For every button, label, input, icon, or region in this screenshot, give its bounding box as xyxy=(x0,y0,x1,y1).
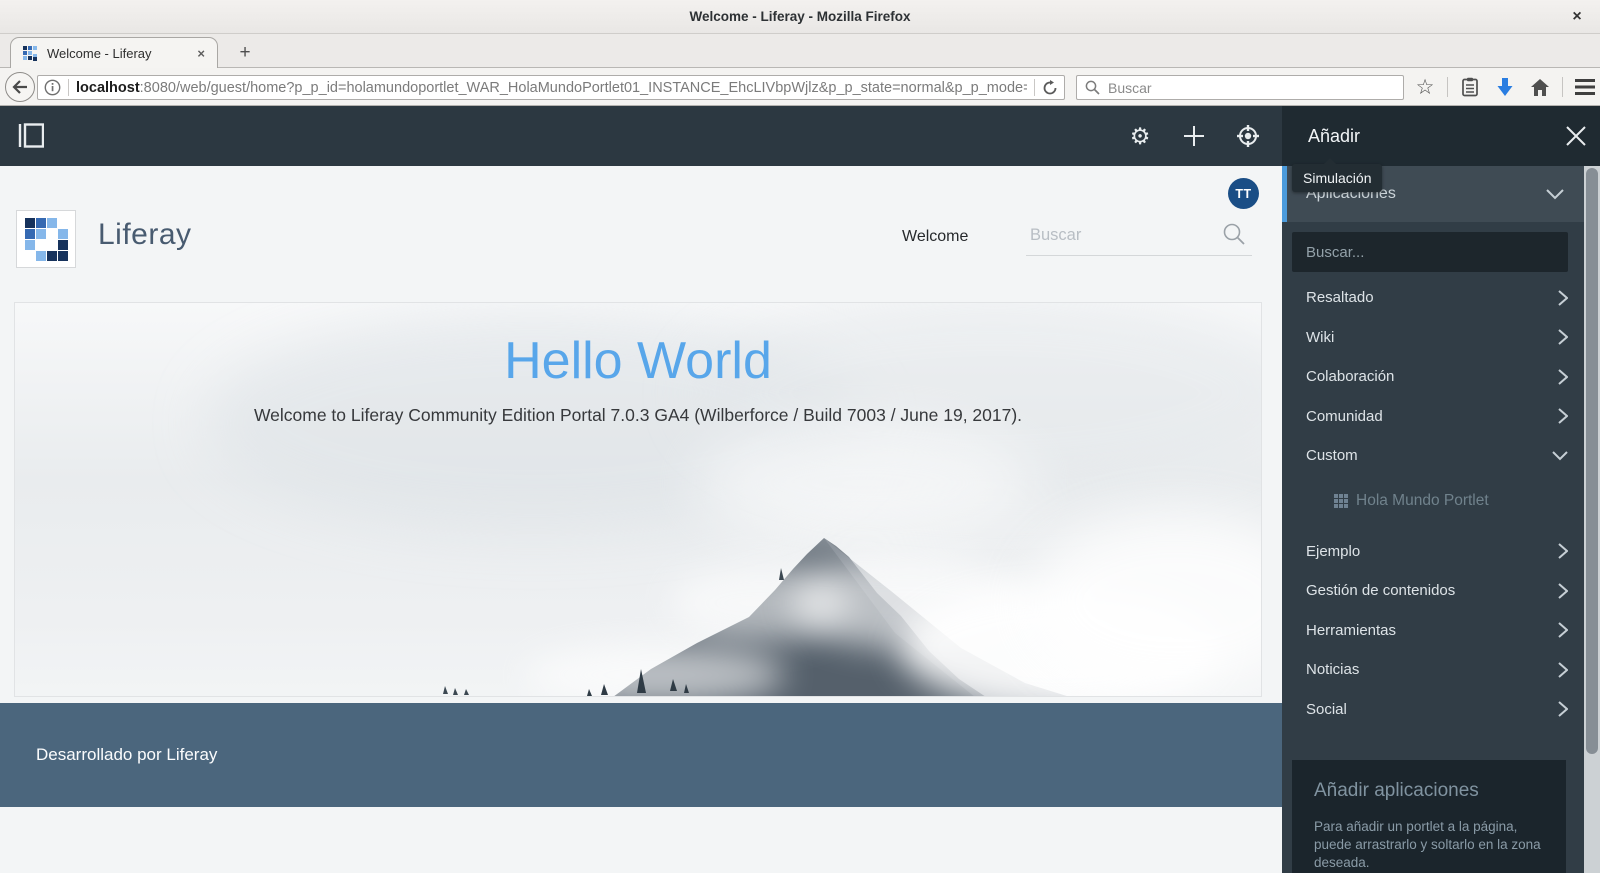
product-menu-icon[interactable] xyxy=(18,123,44,148)
hamburger-icon xyxy=(1575,79,1595,95)
chevron-right-icon xyxy=(1558,290,1568,306)
browser-search-field[interactable]: Buscar xyxy=(1076,75,1404,100)
back-arrow-icon xyxy=(12,80,28,94)
category-noticias[interactable]: Noticias xyxy=(1282,650,1584,690)
hero-portlet: Hello World Welcome to Liferay Community… xyxy=(14,302,1262,697)
simulation-tooltip-text: Simulación xyxy=(1303,170,1371,186)
bookmarks-menu-button[interactable] xyxy=(1457,74,1483,100)
add-applications-info-box: Añadir aplicaciones Para añadir un portl… xyxy=(1292,760,1566,873)
browser-toolbar: localhost:8080/web/guest/home?p_p_id=hol… xyxy=(0,68,1600,106)
reload-icon[interactable] xyxy=(1042,80,1058,96)
hero-title: Hello World xyxy=(15,331,1261,391)
settings-button[interactable]: ⚙ xyxy=(1124,120,1156,152)
chevron-right-icon xyxy=(1558,622,1568,638)
info-icon[interactable] xyxy=(44,79,61,96)
search-icon xyxy=(1085,80,1100,95)
category-comunidad[interactable]: Comunidad xyxy=(1282,397,1584,437)
window-close-icon[interactable]: × xyxy=(1566,6,1588,28)
url-host: localhost xyxy=(76,80,140,96)
url-path: :8080/web/guest/home?p_p_id=holamundopor… xyxy=(140,80,1027,96)
applications-list: Resaltado Wiki Colaboración Comunidad Cu… xyxy=(1282,278,1584,729)
category-custom[interactable]: Custom xyxy=(1282,436,1584,476)
add-panel-header: Añadir xyxy=(1282,106,1600,166)
urlbar-separator xyxy=(68,79,69,96)
hero-subtitle: Welcome to Liferay Community Edition Por… xyxy=(15,405,1261,426)
panel-close-button[interactable] xyxy=(1562,122,1590,150)
window-titlebar[interactable]: Welcome - Liferay - Mozilla Firefox × xyxy=(0,0,1600,34)
chevron-right-icon xyxy=(1558,701,1568,717)
panel-search-placeholder: Buscar... xyxy=(1306,244,1364,261)
chevron-right-icon xyxy=(1558,543,1568,559)
info-body: Para añadir un portlet a la página, pued… xyxy=(1314,818,1550,873)
add-panel-body: Aplicaciones Buscar... Resaltado Wiki Co… xyxy=(1282,166,1584,873)
toolbar-separator xyxy=(1447,77,1448,97)
info-title: Añadir aplicaciones xyxy=(1314,780,1544,802)
liferay-logo-mosaic xyxy=(25,218,68,261)
page-footer: Desarrollado por Liferay xyxy=(0,703,1282,807)
menu-button[interactable] xyxy=(1572,74,1598,100)
tab-title: Welcome - Liferay xyxy=(47,46,193,61)
gear-icon: ⚙ xyxy=(1130,125,1151,148)
download-arrow-icon xyxy=(1497,78,1513,97)
chevron-down-icon xyxy=(1552,451,1568,461)
portal-page: Liferay Welcome Buscar TT xyxy=(0,166,1282,873)
liferay-logo[interactable] xyxy=(16,210,76,268)
portal-search-icon[interactable] xyxy=(1222,222,1246,246)
chevron-right-icon xyxy=(1558,408,1568,424)
footer-text: Desarrollado por Liferay xyxy=(36,745,217,765)
bookmark-star-button[interactable]: ☆ xyxy=(1412,74,1438,100)
nav-item-welcome[interactable]: Welcome xyxy=(902,228,968,246)
simulation-target-icon xyxy=(1236,124,1260,148)
simulation-button[interactable] xyxy=(1232,120,1264,152)
category-resaltado[interactable]: Resaltado xyxy=(1282,278,1584,318)
back-button[interactable] xyxy=(5,72,35,102)
portlet-grid-icon xyxy=(1334,494,1348,508)
chevron-right-icon xyxy=(1558,583,1568,599)
active-section-accent xyxy=(1282,166,1287,222)
home-icon xyxy=(1530,78,1550,97)
toolbar-separator2 xyxy=(1562,77,1563,97)
tab-close-icon[interactable]: × xyxy=(193,44,209,63)
browser-tab[interactable]: Welcome - Liferay × xyxy=(10,37,218,68)
url-bar[interactable]: localhost:8080/web/guest/home?p_p_id=hol… xyxy=(37,75,1065,100)
urlbar-separator2 xyxy=(1034,79,1035,96)
url-text[interactable]: localhost:8080/web/guest/home?p_p_id=hol… xyxy=(76,80,1027,96)
chevron-right-icon xyxy=(1558,369,1568,385)
toolbar-buttons: ☆ xyxy=(1412,71,1598,103)
panel-scrollbar[interactable] xyxy=(1584,166,1600,873)
tab-bar: Welcome - Liferay × + xyxy=(0,34,1600,68)
category-gestion-de-contenidos[interactable]: Gestión de contenidos xyxy=(1282,571,1584,611)
category-colaboracion[interactable]: Colaboración xyxy=(1282,357,1584,397)
chevron-right-icon xyxy=(1558,662,1568,678)
control-bar-actions: ⚙ xyxy=(1124,106,1264,166)
star-icon: ☆ xyxy=(1416,77,1435,98)
portal-search-underline xyxy=(1026,255,1252,256)
home-button[interactable] xyxy=(1527,74,1553,100)
portal-search-placeholder: Buscar xyxy=(1030,226,1081,245)
user-avatar[interactable]: TT xyxy=(1228,178,1259,209)
category-social[interactable]: Social xyxy=(1282,690,1584,730)
plus-icon xyxy=(1183,125,1205,147)
add-button[interactable] xyxy=(1178,120,1210,152)
simulation-tooltip: Simulación xyxy=(1292,164,1382,192)
panel-scrollbar-thumb[interactable] xyxy=(1586,168,1598,754)
liferay-favicon xyxy=(23,46,38,61)
panel-search-field[interactable]: Buscar... xyxy=(1292,232,1568,272)
add-panel-title: Añadir xyxy=(1308,126,1360,147)
portlet-hola-mundo[interactable]: Hola Mundo Portlet xyxy=(1282,476,1584,526)
new-tab-button[interactable]: + xyxy=(232,41,258,65)
clipboard-icon xyxy=(1461,77,1479,97)
close-icon xyxy=(1565,125,1587,147)
browser-search-placeholder: Buscar xyxy=(1108,80,1152,96)
chevron-right-icon xyxy=(1558,329,1568,345)
liferay-control-bar: ⚙ xyxy=(0,106,1282,166)
brand-wordmark[interactable]: Liferay xyxy=(98,218,192,252)
window-title: Welcome - Liferay - Mozilla Firefox xyxy=(689,9,910,24)
category-herramientas[interactable]: Herramientas xyxy=(1282,611,1584,651)
category-wiki[interactable]: Wiki xyxy=(1282,318,1584,358)
category-ejemplo[interactable]: Ejemplo xyxy=(1282,532,1584,572)
downloads-button[interactable] xyxy=(1492,74,1518,100)
chevron-down-icon xyxy=(1546,189,1564,200)
